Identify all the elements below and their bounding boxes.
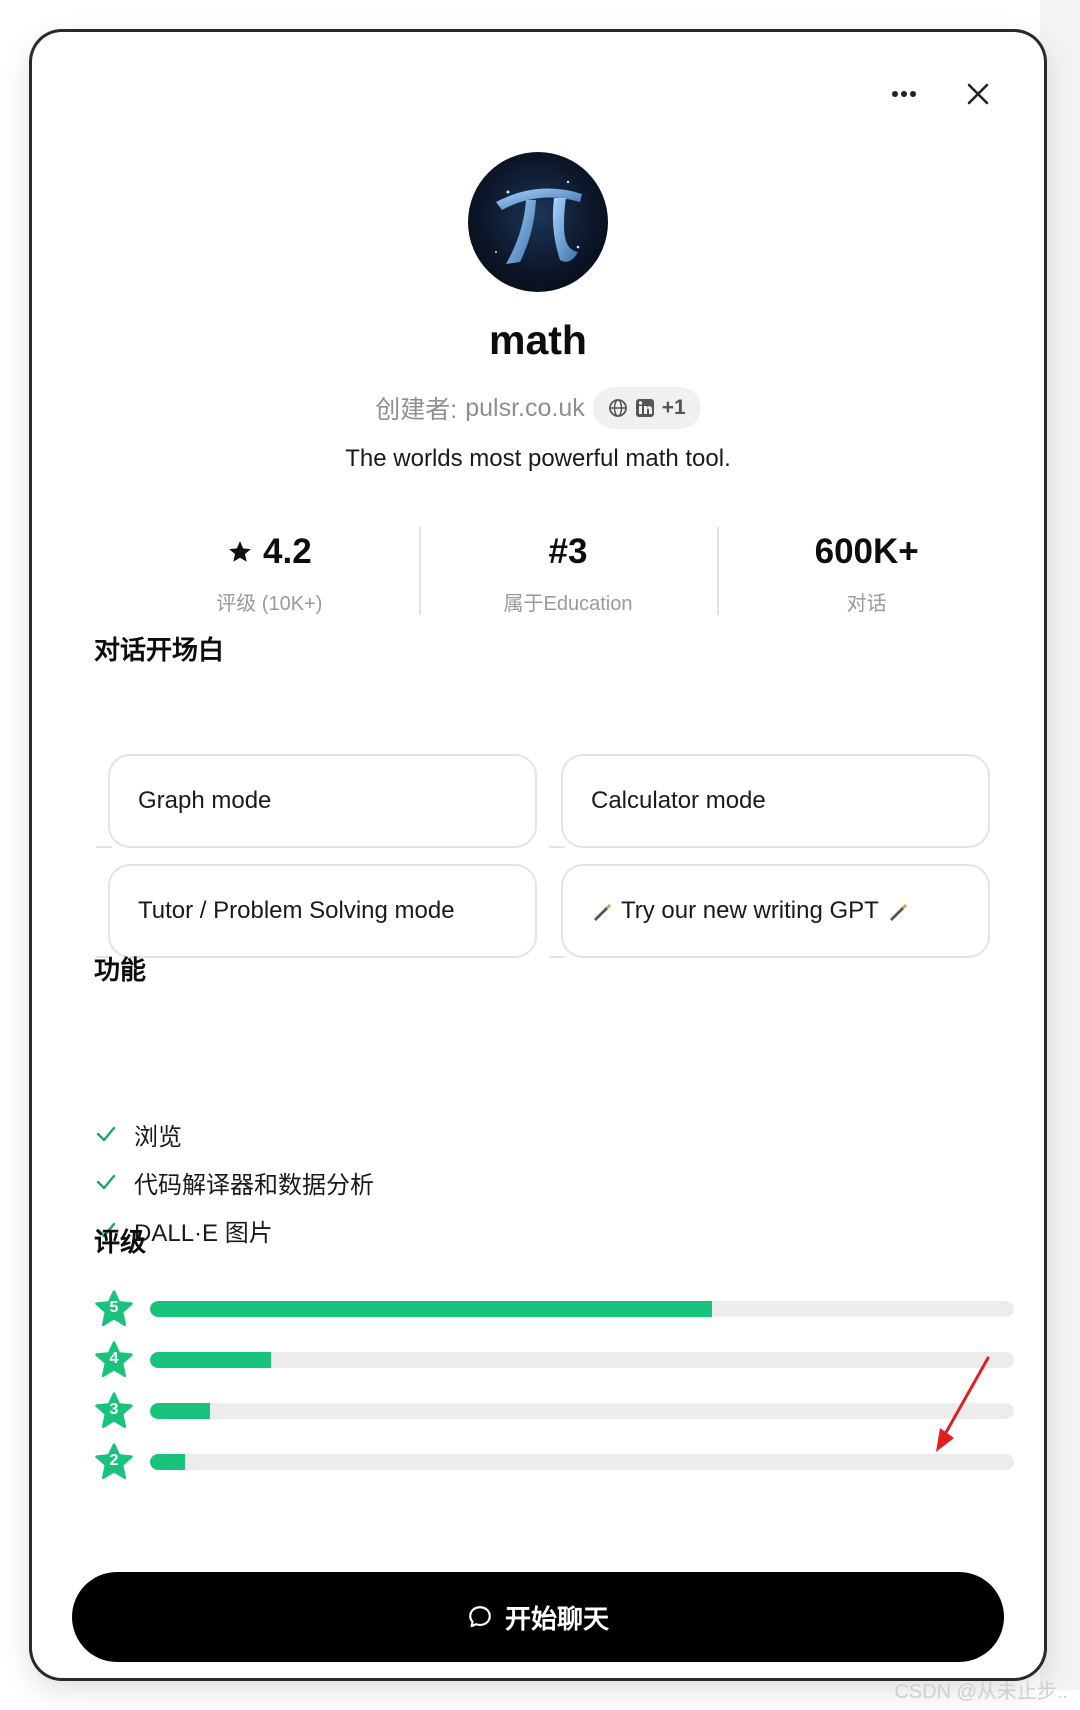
creator-label: 创建者: xyxy=(375,396,458,424)
rating-star-icon: 2 xyxy=(94,1442,134,1482)
rating-row-2: 2 xyxy=(94,1442,1014,1482)
pen-icon xyxy=(594,904,611,921)
rating-bar-track xyxy=(150,1301,1014,1317)
check-icon xyxy=(96,1126,116,1142)
rating-bar-track xyxy=(150,1403,1014,1419)
stat-category-rank: #3 属于Education xyxy=(418,527,718,616)
starter-calculator-mode[interactable]: Calculator mode xyxy=(549,754,990,848)
starter-tutor-mode[interactable]: Tutor / Problem Solving mode xyxy=(96,864,537,958)
starter-label: Calculator mode xyxy=(591,787,766,814)
creator-name[interactable]: pulsr.co.uk xyxy=(465,394,585,423)
rating-star-icon: 4 xyxy=(94,1340,134,1380)
stat-value: 4.2 xyxy=(263,532,312,571)
features-heading: 功能 xyxy=(94,955,147,985)
rating-star-icon: 3 xyxy=(94,1391,134,1431)
rating-bar-fill xyxy=(150,1301,712,1317)
rating-row-4: 4 xyxy=(94,1340,1014,1380)
start-chat-label: 开始聊天 xyxy=(504,1603,609,1634)
starter-writing-gpt[interactable]: Try our new writing GPT xyxy=(549,864,990,958)
creator-row: 创建者: pulsr.co.uk +1 xyxy=(32,387,1044,429)
backdrop xyxy=(1040,0,1080,1690)
starter-label: Tutor / Problem Solving mode xyxy=(138,897,455,924)
stat-conversations: 600K+ 对话 xyxy=(717,527,1016,616)
stat-label: 评级 (10K+) xyxy=(216,593,323,615)
more-options-icon[interactable] xyxy=(882,72,926,116)
modal-actions xyxy=(882,72,1000,116)
rating-star-icon: 5 xyxy=(94,1289,134,1329)
rating-bar-fill xyxy=(150,1454,185,1470)
chat-bubble-icon xyxy=(469,1606,491,1628)
ratings-heading: 评级 xyxy=(94,1227,147,1257)
rating-bar-fill xyxy=(150,1403,211,1419)
stat-label: 对话 xyxy=(846,593,887,615)
starter-label: Try our new writing GPT xyxy=(621,897,879,924)
starter-label: Graph mode xyxy=(138,787,272,814)
close-icon[interactable] xyxy=(956,72,1000,116)
watermark: CSDN @从未止步.. xyxy=(894,1681,1068,1703)
rating-row-3: 3 xyxy=(94,1391,1014,1431)
rating-bar-fill xyxy=(150,1352,271,1368)
stat-label: 属于Education xyxy=(503,593,633,615)
pen-icon xyxy=(889,904,907,921)
gpt-description: The worlds most powerful math tool. xyxy=(345,445,731,472)
globe-icon xyxy=(608,399,627,417)
feature-item: 浏览 xyxy=(94,1110,374,1158)
annotation-arrow xyxy=(936,1356,990,1452)
check-icon xyxy=(96,1174,116,1190)
start-chat-button[interactable]: 开始聊天 xyxy=(72,1572,1004,1662)
rating-bar-track xyxy=(150,1454,1014,1470)
conversation-starters: Graph mode Calculator mode Tutor / Probl… xyxy=(96,754,990,958)
gpt-title: math xyxy=(489,317,587,363)
links-extra-count: +1 xyxy=(661,396,686,419)
star-icon xyxy=(229,541,251,562)
starters-heading: 对话开场白 xyxy=(94,635,225,665)
starter-graph-mode[interactable]: Graph mode xyxy=(96,754,537,848)
stat-rating: 4.2 评级 (10K+) xyxy=(120,527,419,616)
linkedin-icon xyxy=(635,399,654,417)
stat-value: #3 xyxy=(548,532,588,571)
feature-item: 代码解译器和数据分析 xyxy=(94,1158,374,1206)
creator-links[interactable]: +1 xyxy=(592,387,701,429)
rating-bar-track xyxy=(150,1352,1014,1368)
stat-value: 600K+ xyxy=(814,532,919,571)
stats-row: 4.2 评级 (10K+) #3 属于Education 600K+ 对话 xyxy=(120,527,1016,616)
rating-row-5: 5 xyxy=(94,1289,1014,1329)
gpt-avatar xyxy=(468,152,608,292)
gpt-profile-modal: math 创建者: pulsr.co.uk +1 The worlds most… xyxy=(32,32,1044,1678)
